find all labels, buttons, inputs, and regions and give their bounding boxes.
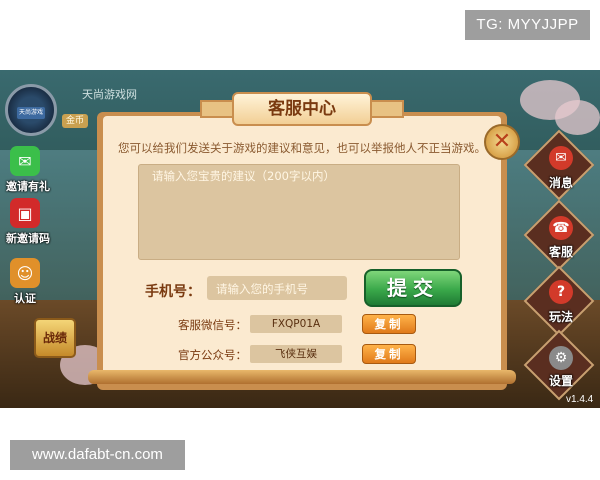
advice-placeholder: 请输入您宝贵的建议（200字以内） <box>152 169 335 183</box>
gold-tag[interactable]: 金币 <box>62 114 88 128</box>
dialog-title: 客服中心 <box>232 92 372 126</box>
avatar-image: 天尚游戏 <box>17 107 45 119</box>
message-icon: ✉ <box>549 146 573 170</box>
public-account-value: 飞侠互娱 <box>250 345 342 363</box>
id-card-icon: ☺ <box>10 258 40 288</box>
copy-wechat-button[interactable]: 复制 <box>362 314 416 334</box>
settings-icon: ⚙ <box>549 346 573 370</box>
site-watermark: www.dafabt-cn.com <box>10 440 185 470</box>
background-blossom <box>555 100 600 135</box>
verify-button[interactable]: ☺ 认证 <box>6 258 44 306</box>
dialog-description: 您可以给我们发送关于游戏的建议和意见，也可以举报他人不正当游戏。 <box>118 141 486 155</box>
red-envelope-icon: ▣ <box>10 198 40 228</box>
new-invite-code-button[interactable]: ▣ 新邀请码 <box>6 198 50 246</box>
close-button[interactable]: ✕ <box>484 124 520 160</box>
player-name: 天尚游戏网 <box>82 88 137 101</box>
phone-placeholder: 请输入您的手机号 <box>216 282 308 296</box>
version-label: v1.4.4 <box>566 394 594 405</box>
avatar[interactable]: 天尚游戏 <box>5 84 57 136</box>
game-screen: 天尚游戏 天尚游戏网 金币 ✉ 邀请有礼 ▣ 新邀请码 ☺ 认证 战绩 ✉ 消息… <box>0 70 600 408</box>
wechat-id-value: FXQP01A <box>250 315 342 333</box>
phone-label: 手机号： <box>145 284 201 300</box>
message-label: 消息 <box>548 176 573 190</box>
invite-reward-label: 邀请有礼 <box>6 180 50 193</box>
new-invite-code-label: 新邀请码 <box>6 232 50 245</box>
dialog-bottom-bar <box>88 370 516 384</box>
battle-record-button[interactable]: 战绩 <box>34 318 76 358</box>
customer-service-label: 客服 <box>548 245 573 259</box>
customer-service-icon: ☎ <box>549 216 573 240</box>
settings-label: 设置 <box>548 374 573 388</box>
copy-public-account-button[interactable]: 复制 <box>362 344 416 364</box>
invite-reward-button[interactable]: ✉ 邀请有礼 <box>6 146 50 194</box>
telegram-watermark: TG: MYYJJPP <box>465 10 590 40</box>
wechat-id-label: 客服微信号： <box>178 318 247 332</box>
verify-label: 认证 <box>14 292 36 305</box>
public-account-label: 官方公众号： <box>178 348 247 362</box>
help-icon: ? <box>549 280 573 304</box>
wechat-icon: ✉ <box>10 146 40 176</box>
submit-button[interactable]: 提交 <box>364 269 462 307</box>
help-label: 玩法 <box>548 310 573 324</box>
close-icon: ✕ <box>492 129 512 154</box>
